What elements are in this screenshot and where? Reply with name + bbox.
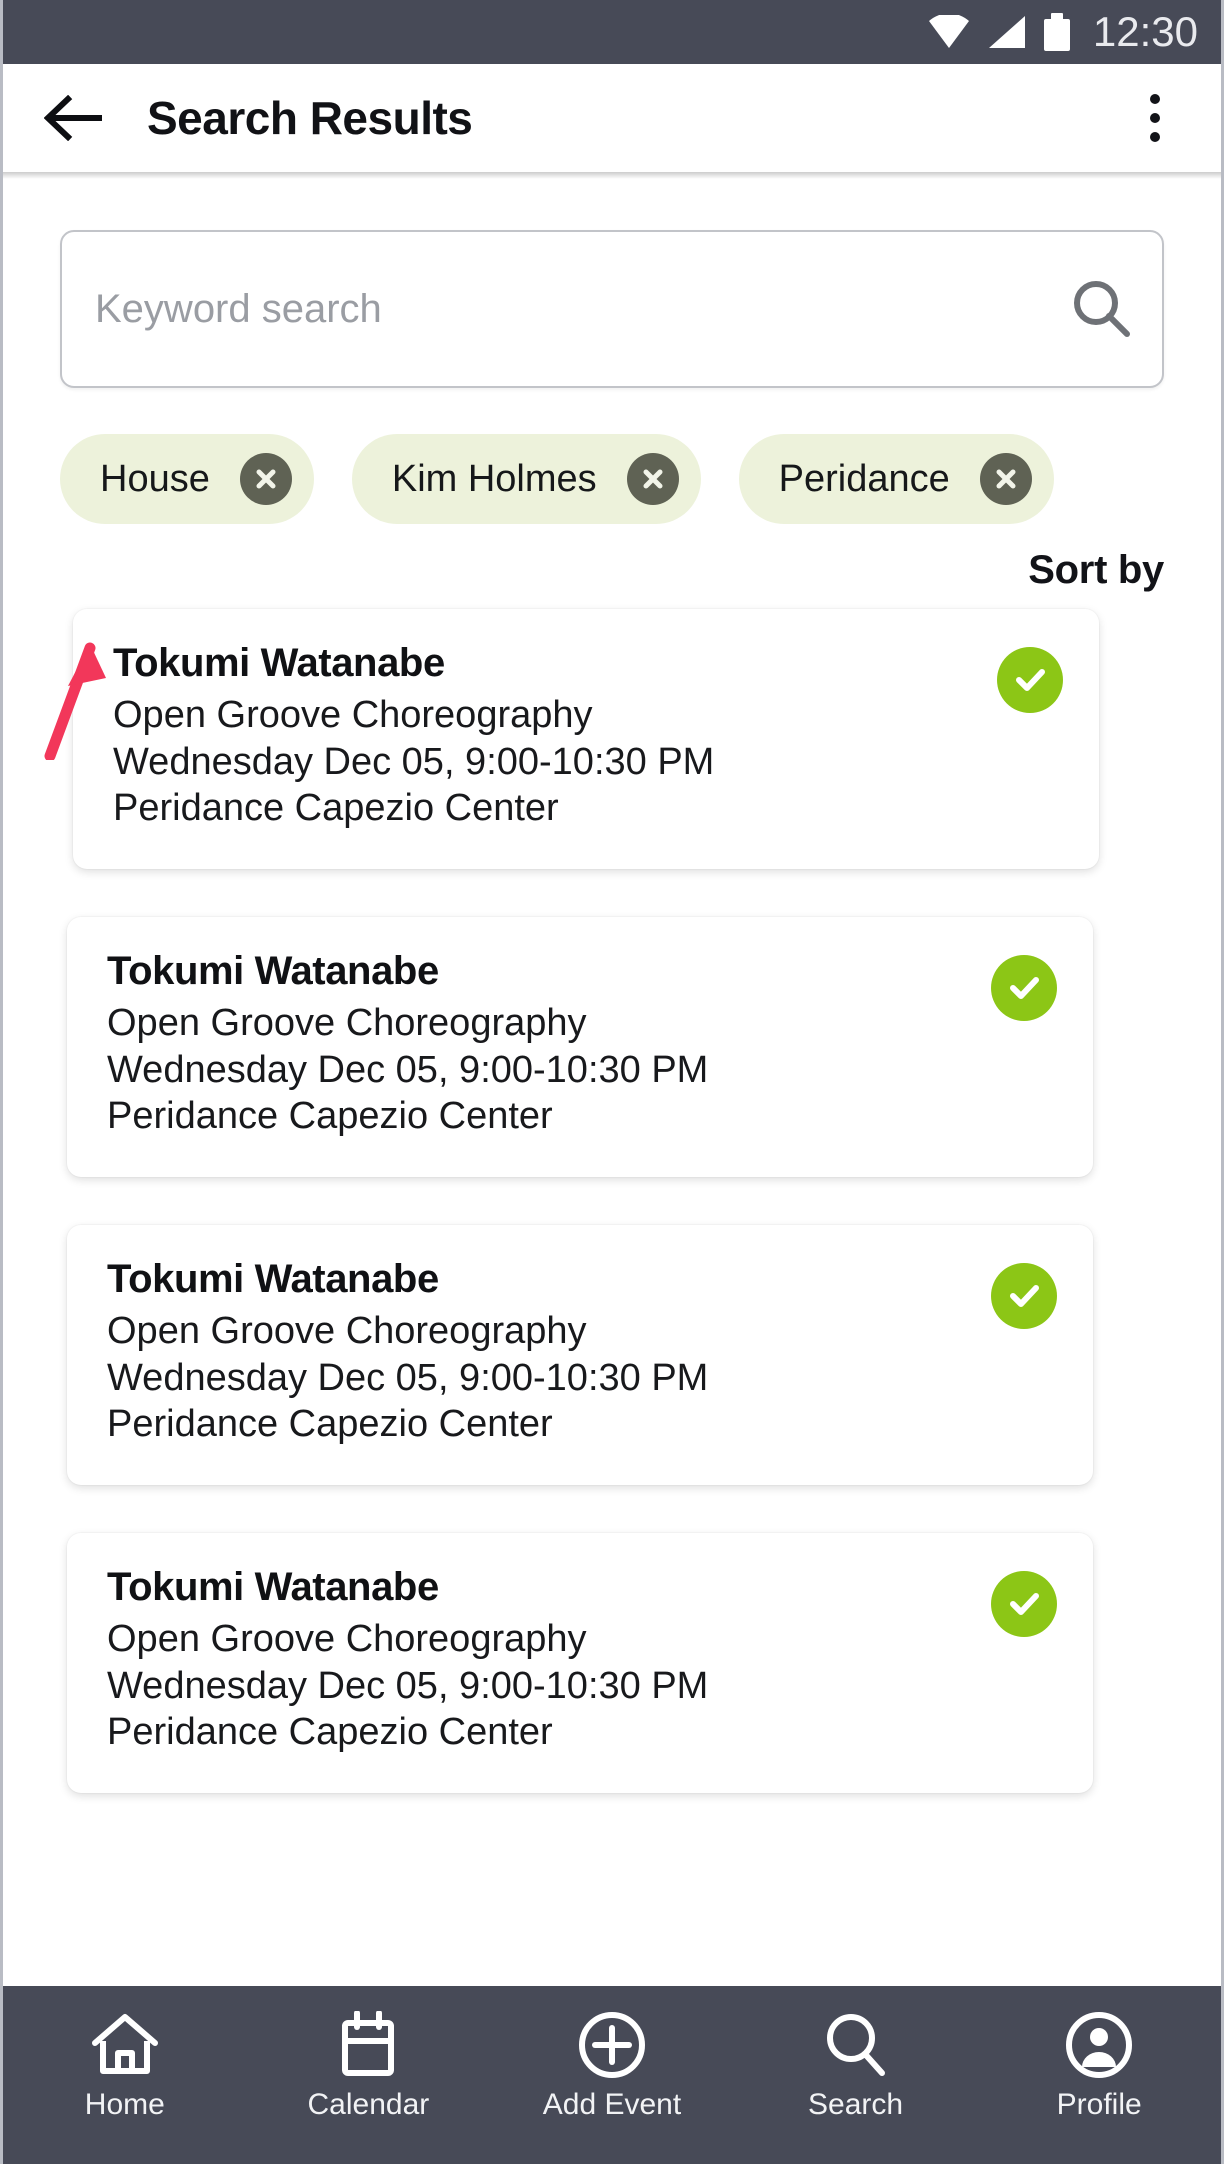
- table-row[interactable]: Tokumi Watanabe Open Groove Choreography…: [73, 609, 1099, 869]
- chip-label: House: [100, 457, 210, 500]
- close-circle-icon[interactable]: [979, 453, 1032, 505]
- device-edge-left: [0, 0, 3, 2164]
- result-title: Tokumi Watanabe: [107, 1564, 439, 1609]
- result-class-name: Open Groove Choreography: [113, 694, 593, 736]
- results-list: Tokumi Watanabe Open Groove Choreography…: [3, 593, 1221, 1793]
- result-details: Tokumi Watanabe Open Groove Choreography…: [107, 1257, 973, 1451]
- table-row[interactable]: Tokumi Watanabe Open Groove Choreography…: [67, 1532, 1093, 1793]
- result-details: Tokumi Watanabe Open Groove Choreography…: [113, 641, 979, 835]
- battery-icon: [1043, 13, 1070, 51]
- app-screen: 12:30 Search Results Keyword search Hous…: [0, 0, 1224, 2164]
- nav-item-calendar[interactable]: Calendar: [247, 1986, 491, 2164]
- result-title: Tokumi Watanabe: [107, 948, 439, 993]
- result-venue: Peridance Capezio Center: [107, 1711, 553, 1754]
- result-class-name: Open Groove Choreography: [107, 1001, 587, 1044]
- result-class-name: Open Groove Choreography: [107, 1309, 587, 1352]
- filter-chip-row: House Kim Holmes Peridance: [3, 388, 1221, 524]
- result-title: Tokumi Watanabe: [113, 641, 445, 685]
- result-schedule: Wednesday Dec 05, 9:00-10:30 PM: [107, 1356, 709, 1399]
- nav-label: Profile: [1056, 2088, 1142, 2121]
- chip-label: Peridance: [778, 457, 950, 500]
- table-row[interactable]: Tokumi Watanabe Open Groove Choreography…: [67, 1224, 1093, 1485]
- filter-chip-house[interactable]: House: [60, 434, 314, 524]
- result-title: Tokumi Watanabe: [107, 1256, 439, 1301]
- status-bar: 12:30: [0, 0, 1224, 64]
- plus-circle-icon: [577, 2008, 647, 2082]
- back-button[interactable]: [27, 64, 123, 172]
- result-schedule: Wednesday Dec 05, 9:00-10:30 PM: [107, 1664, 709, 1707]
- close-circle-icon[interactable]: [239, 453, 292, 505]
- filter-chip-peridance[interactable]: Peridance: [738, 434, 1054, 524]
- calendar-icon: [337, 2008, 399, 2082]
- nav-item-home[interactable]: Home: [3, 1986, 247, 2164]
- home-icon: [89, 2008, 161, 2082]
- bottom-navigation-bar: Home Calendar Add Event Search Profile: [3, 1986, 1221, 2164]
- nav-label: Calendar: [307, 2088, 430, 2121]
- search-input[interactable]: [62, 286, 1042, 332]
- search-icon: [822, 2008, 890, 2082]
- chip-label: Kim Holmes: [391, 457, 597, 500]
- result-schedule: Wednesday Dec 05, 9:00-10:30 PM: [107, 1048, 709, 1091]
- close-circle-icon[interactable]: [626, 453, 679, 505]
- nav-label: Search: [808, 2088, 904, 2121]
- check-circle-icon[interactable]: [991, 954, 1057, 1021]
- result-details: Tokumi Watanabe Open Groove Choreography…: [107, 949, 973, 1143]
- result-class-name: Open Groove Choreography: [107, 1617, 587, 1660]
- app-bar: Search Results: [3, 64, 1221, 179]
- more-vertical-icon[interactable]: [1127, 64, 1183, 172]
- search-box[interactable]: [60, 230, 1164, 388]
- check-circle-icon[interactable]: [991, 1262, 1057, 1329]
- search-icon[interactable]: [1042, 232, 1162, 386]
- nav-label: Home: [84, 2088, 165, 2121]
- result-schedule: Wednesday Dec 05, 9:00-10:30 PM: [113, 740, 715, 783]
- status-bar-clock: 12:30: [1092, 8, 1198, 55]
- nav-item-search[interactable]: Search: [734, 1986, 978, 2164]
- filter-chip-kim-holmes[interactable]: Kim Holmes: [351, 434, 701, 524]
- sort-row: Sort by: [3, 524, 1221, 593]
- signal-icon: [987, 15, 1027, 49]
- result-venue: Peridance Capezio Center: [113, 787, 559, 830]
- search-section: [3, 172, 1221, 388]
- nav-item-profile[interactable]: Profile: [977, 1986, 1221, 2164]
- page-title: Search Results: [147, 92, 473, 144]
- check-circle-icon[interactable]: [991, 1570, 1057, 1637]
- result-venue: Peridance Capezio Center: [107, 1403, 553, 1446]
- content-area: House Kim Holmes Peridan: [3, 172, 1221, 1986]
- person-circle-icon: [1064, 2008, 1134, 2082]
- wifi-icon: [928, 15, 970, 49]
- result-venue: Peridance Capezio Center: [107, 1095, 553, 1138]
- sort-by-button[interactable]: Sort by: [1028, 548, 1164, 593]
- table-row[interactable]: Tokumi Watanabe Open Groove Choreography…: [67, 916, 1093, 1177]
- nav-label: Add Event: [542, 2088, 682, 2121]
- result-details: Tokumi Watanabe Open Groove Choreography…: [107, 1565, 973, 1759]
- nav-item-add-event[interactable]: Add Event: [490, 1986, 734, 2164]
- check-circle-icon[interactable]: [997, 647, 1063, 713]
